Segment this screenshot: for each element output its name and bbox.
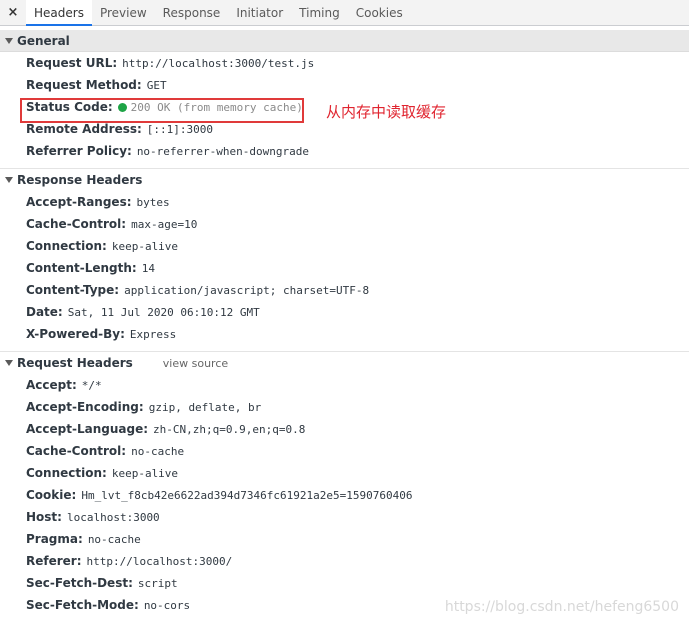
request-header-row: Accept-Language: zh-CN,zh;q=0.9,en;q=0.8 xyxy=(0,418,689,440)
general-section-title: General xyxy=(17,33,70,48)
collapse-triangle-icon xyxy=(5,37,13,44)
request-header-row: Accept: */* xyxy=(0,374,689,396)
response-header-row: Date: Sat, 11 Jul 2020 06:10:12 GMT xyxy=(0,301,689,323)
header-value: no-cors xyxy=(143,598,191,612)
header-value: Sat, 11 Jul 2020 06:10:12 GMT xyxy=(67,305,260,319)
header-value: gzip, deflate, br xyxy=(148,400,262,414)
header-value: max-age=10 xyxy=(131,217,198,231)
request-header-row: Host: localhost:3000 xyxy=(0,506,689,528)
header-value: no-cache xyxy=(131,444,185,458)
tab-cookies[interactable]: Cookies xyxy=(348,0,411,25)
header-key: Sec-Fetch-Dest: xyxy=(26,576,133,590)
header-key: Accept-Encoding: xyxy=(26,400,144,414)
header-key: Referer: xyxy=(26,554,82,568)
annotation-memory-cache: 从内存中读取缓存 xyxy=(326,103,447,121)
header-key: Sec-Fetch-Mode: xyxy=(26,598,139,612)
header-key: Connection: xyxy=(26,466,107,480)
header-value: script xyxy=(137,576,178,590)
header-key: Cache-Control: xyxy=(26,217,127,231)
general-section-header[interactable]: General xyxy=(0,30,689,52)
header-value: localhost:3000 xyxy=(66,510,160,524)
request-header-row: Sec-Fetch-Dest: script xyxy=(0,572,689,594)
header-value: GET xyxy=(146,78,167,92)
response-header-row: X-Powered-By: Express xyxy=(0,323,689,345)
devtools-tab-bar: × Headers Preview Response Initiator Tim… xyxy=(0,0,689,26)
header-value: http://localhost:3000/test.js xyxy=(122,56,315,70)
header-value: 14 xyxy=(141,261,155,275)
watermark: https://blog.csdn.net/hefeng6500 xyxy=(444,599,679,615)
header-key: X-Powered-By: xyxy=(26,327,125,341)
header-value: no-referrer-when-downgrade xyxy=(136,144,309,158)
request-headers-section-header[interactable]: Request Headers view source xyxy=(0,352,689,374)
header-key: Accept-Ranges: xyxy=(26,195,132,209)
request-header-row: Connection: keep-alive xyxy=(0,462,689,484)
general-row-referrer-policy: Referrer Policy: no-referrer-when-downgr… xyxy=(0,140,689,162)
response-headers-title: Response Headers xyxy=(17,173,143,187)
header-key: Request URL: xyxy=(26,56,118,70)
header-value: Hm_lvt_f8cb42e6622ad394d7346fc61921a2e5=… xyxy=(81,488,413,502)
header-key: Cache-Control: xyxy=(26,444,127,458)
tab-preview[interactable]: Preview xyxy=(92,0,155,25)
response-headers-section-header[interactable]: Response Headers xyxy=(0,169,689,191)
header-value: http://localhost:3000/ xyxy=(86,554,233,568)
header-key: Accept-Language: xyxy=(26,422,149,436)
header-key: Accept: xyxy=(26,378,77,392)
request-header-row: Pragma: no-cache xyxy=(0,528,689,550)
header-key: Pragma: xyxy=(26,532,83,546)
response-header-row: Cache-Control: max-age=10 xyxy=(0,213,689,235)
request-headers-title: Request Headers xyxy=(17,356,133,370)
general-row-request-url: Request URL: http://localhost:3000/test.… xyxy=(0,52,689,74)
header-value: bytes xyxy=(136,195,170,209)
response-header-row: Content-Length: 14 xyxy=(0,257,689,279)
header-value: no-cache xyxy=(87,532,141,546)
header-value: zh-CN,zh;q=0.9,en;q=0.8 xyxy=(153,422,306,436)
tab-timing[interactable]: Timing xyxy=(291,0,348,25)
header-key: Content-Length: xyxy=(26,261,137,275)
tab-initiator[interactable]: Initiator xyxy=(228,0,291,25)
header-key: Request Method: xyxy=(26,78,142,92)
header-key: Referrer Policy: xyxy=(26,144,132,158)
response-header-row: Connection: keep-alive xyxy=(0,235,689,257)
request-header-row: Accept-Encoding: gzip, deflate, br xyxy=(0,396,689,418)
header-key: Cookie: xyxy=(26,488,77,502)
header-value: application/javascript; charset=UTF-8 xyxy=(124,283,370,297)
header-value: [::1]:3000 xyxy=(146,122,214,136)
request-header-row: Cache-Control: no-cache xyxy=(0,440,689,462)
tab-response[interactable]: Response xyxy=(155,0,229,25)
response-header-row: Content-Type: application/javascript; ch… xyxy=(0,279,689,301)
header-key: Connection: xyxy=(26,239,107,253)
request-header-row: Cookie: Hm_lvt_f8cb42e6622ad394d7346fc61… xyxy=(0,484,689,506)
header-key: Date: xyxy=(26,305,63,319)
collapse-triangle-icon xyxy=(5,177,13,183)
collapse-triangle-icon xyxy=(5,360,13,366)
header-value: Express xyxy=(129,327,177,341)
tab-headers[interactable]: Headers xyxy=(26,0,92,26)
response-header-row: Accept-Ranges: bytes xyxy=(0,191,689,213)
header-key: Content-Type: xyxy=(26,283,120,297)
request-header-row: Referer: http://localhost:3000/ xyxy=(0,550,689,572)
view-source-link[interactable]: view source xyxy=(163,357,228,370)
header-value: */* xyxy=(81,378,102,392)
header-value: keep-alive xyxy=(111,466,179,480)
header-key: Host: xyxy=(26,510,62,524)
header-key: Remote Address: xyxy=(26,122,142,136)
general-row-request-method: Request Method: GET xyxy=(0,74,689,96)
close-icon[interactable]: × xyxy=(0,0,26,25)
status-code-highlight-box xyxy=(20,98,304,123)
header-value: keep-alive xyxy=(111,239,179,253)
